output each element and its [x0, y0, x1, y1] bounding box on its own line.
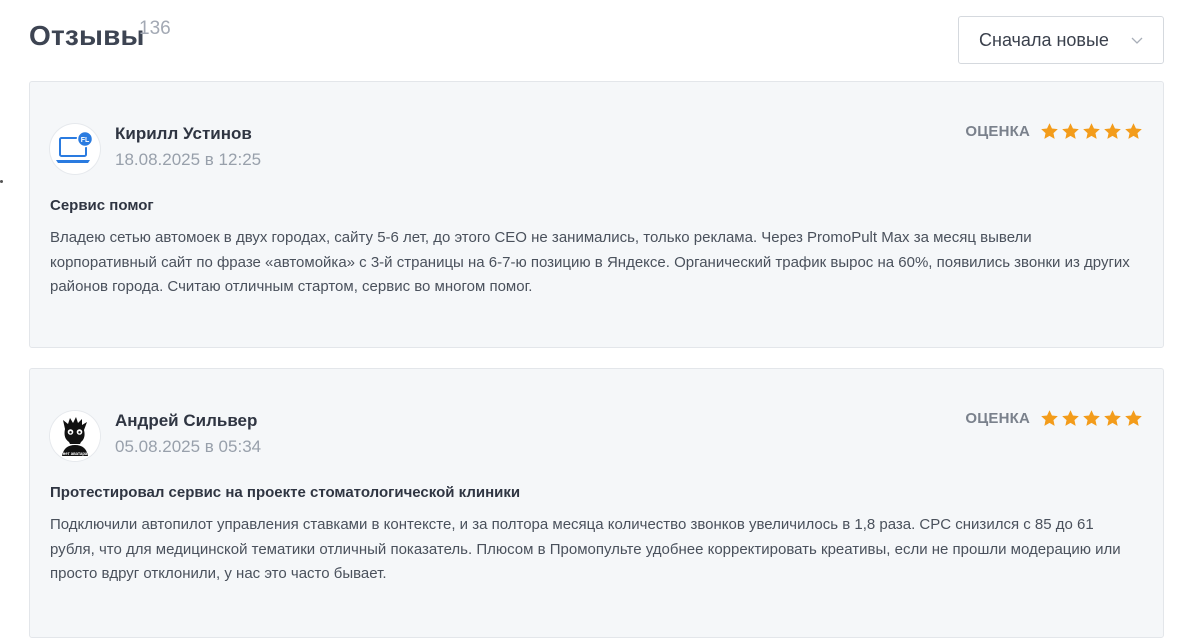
rating-stars [1038, 122, 1143, 141]
rating-label: ОЦЕНКА [965, 123, 1030, 140]
svg-text:FL: FL [81, 137, 90, 144]
review-author: Кирилл Устинов [115, 124, 252, 143]
star-icon [1104, 123, 1121, 139]
silhouette-avatar-icon: нет аватара [50, 411, 100, 461]
star-icon [1083, 410, 1100, 426]
svg-text:нет аватара: нет аватара [63, 451, 88, 456]
review-author: Андрей Сильвер [115, 411, 258, 430]
sort-dropdown-label: Сначала новые [979, 29, 1109, 50]
star-icon [1083, 123, 1100, 139]
star-icon [1041, 123, 1058, 139]
sort-dropdown[interactable]: Сначала новые [958, 16, 1164, 64]
review-rating: ОЦЕНКА [965, 409, 1143, 428]
review-rating: ОЦЕНКА [965, 122, 1143, 141]
review-date: 05.08.2025 в 05:34 [115, 437, 262, 456]
review-card: нет аватара Андрей Сильвер 05.08.2025 в … [29, 368, 1164, 638]
star-icon [1062, 123, 1079, 139]
page-title: Отзывы [29, 20, 145, 51]
avatar: FL [50, 124, 100, 174]
star-icon [1104, 410, 1121, 426]
reviews-header: Отзывы 136 Сначала новые [29, 14, 1164, 66]
star-icon [1125, 410, 1142, 426]
laptop-fl-icon: FL [56, 130, 94, 163]
review-title: Протестировал сервис на проекте стоматол… [50, 484, 521, 501]
review-card: FL Кирилл Устинов 18.08.2025 в 12:25 ОЦЕ… [29, 81, 1164, 348]
review-date: 18.08.2025 в 12:25 [115, 150, 262, 169]
rating-label: ОЦЕНКА [965, 410, 1030, 427]
star-icon [1041, 410, 1058, 426]
edge-dot [0, 180, 3, 183]
review-text: Подключили автопилот управления ставками… [50, 516, 1121, 582]
star-icon [1125, 123, 1142, 139]
reviews-count: 136 [139, 18, 171, 39]
chevron-down-icon [1131, 37, 1143, 44]
review-text: Владею сетью автомоек в двух городах, са… [50, 229, 1130, 295]
review-title: Сервис помог [50, 197, 154, 214]
avatar: нет аватара [50, 411, 100, 461]
star-icon [1062, 410, 1079, 426]
rating-stars [1038, 409, 1143, 428]
